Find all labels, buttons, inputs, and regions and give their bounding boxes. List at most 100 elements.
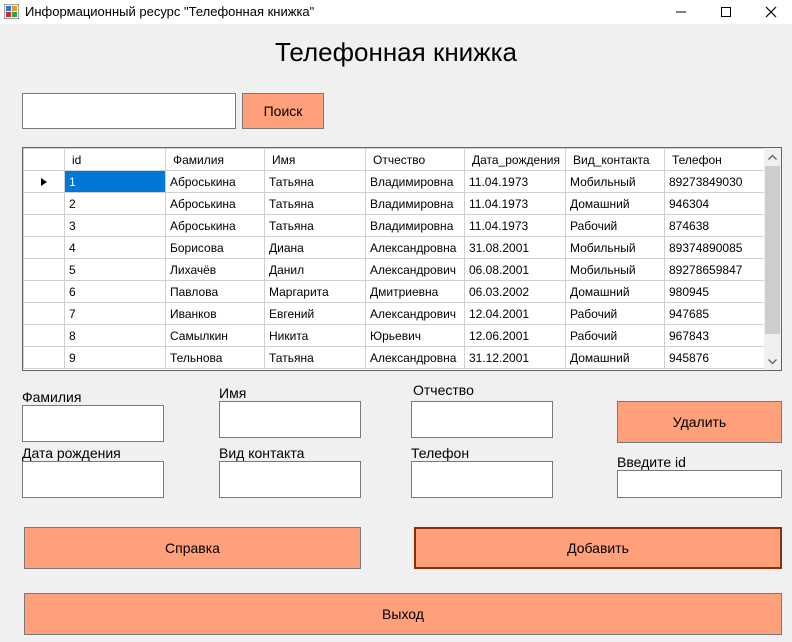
cell-name[interactable]: Татьяна bbox=[264, 192, 366, 215]
column-header-contact-type[interactable]: Вид_контакта bbox=[565, 148, 665, 171]
cell-id[interactable]: 3 bbox=[64, 214, 166, 237]
column-header-patronymic[interactable]: Отчество bbox=[365, 148, 465, 171]
table-row[interactable]: 2 Аброськина Татьяна Владимировна 11.04.1973… bbox=[23, 192, 767, 215]
cell-phone[interactable]: 874638 bbox=[664, 214, 767, 237]
patronymic-field[interactable] bbox=[411, 401, 553, 438]
cell-patronymic[interactable]: Александрович bbox=[365, 258, 465, 281]
table-row[interactable]: 1 Аброськина Татьяна Владимировна 11.04.1973… bbox=[23, 170, 767, 193]
row-header[interactable] bbox=[23, 258, 65, 281]
cell-contact-type[interactable]: Рабочий bbox=[565, 324, 665, 347]
cell-birthdate[interactable]: 12.06.2001 bbox=[464, 324, 566, 347]
row-header[interactable] bbox=[23, 346, 65, 369]
row-header[interactable] bbox=[23, 236, 65, 259]
scrollbar-thumb[interactable] bbox=[765, 166, 780, 334]
cell-surname[interactable]: Аброськина bbox=[165, 192, 265, 215]
cell-surname[interactable]: Аброськина bbox=[165, 214, 265, 237]
row-header[interactable] bbox=[23, 302, 65, 325]
row-header[interactable] bbox=[23, 192, 65, 215]
delete-button[interactable]: Удалить bbox=[617, 401, 782, 443]
cell-contact-type[interactable]: Рабочий bbox=[565, 214, 665, 237]
phone-field[interactable] bbox=[411, 461, 553, 498]
cell-patronymic[interactable]: Александровна bbox=[365, 346, 465, 369]
cell-contact-type[interactable]: Рабочий bbox=[565, 302, 665, 325]
cell-phone[interactable]: 89278659847 bbox=[664, 258, 767, 281]
cell-id[interactable]: 1 bbox=[64, 170, 166, 193]
maximize-button[interactable] bbox=[703, 0, 749, 24]
cell-patronymic[interactable]: Александрович bbox=[365, 302, 465, 325]
cell-birthdate[interactable]: 11.04.1973 bbox=[464, 192, 566, 215]
cell-surname[interactable]: Борисова bbox=[165, 236, 265, 259]
scroll-up-button[interactable] bbox=[764, 148, 781, 165]
cell-patronymic[interactable]: Владимировна bbox=[365, 214, 465, 237]
table-row[interactable]: 3 Аброськина Татьяна Владимировна 11.04.1973… bbox=[23, 214, 767, 237]
search-input[interactable] bbox=[22, 93, 236, 129]
row-header[interactable] bbox=[23, 280, 65, 303]
cell-birthdate[interactable]: 06.08.2001 bbox=[464, 258, 566, 281]
cell-birthdate[interactable]: 31.08.2001 bbox=[464, 236, 566, 259]
minimize-button[interactable] bbox=[658, 0, 704, 24]
cell-id[interactable]: 7 bbox=[64, 302, 166, 325]
cell-name[interactable]: Диана bbox=[264, 236, 366, 259]
cell-patronymic[interactable]: Владимировна bbox=[365, 192, 465, 215]
cell-birthdate[interactable]: 31.12.2001 bbox=[464, 346, 566, 369]
table-row[interactable]: 8 Самылкин Никита Юрьевич 12.06.2001 Рабочий 9… bbox=[23, 324, 767, 347]
name-field[interactable] bbox=[219, 401, 361, 438]
row-header[interactable] bbox=[23, 324, 65, 347]
help-button[interactable]: Справка bbox=[24, 527, 361, 569]
column-header-birthdate[interactable]: Дата_рождения bbox=[464, 148, 566, 171]
cell-phone[interactable]: 89273849030 bbox=[664, 170, 767, 193]
cell-name[interactable]: Данил bbox=[264, 258, 366, 281]
cell-surname[interactable]: Самылкин bbox=[165, 324, 265, 347]
cell-phone[interactable]: 980945 bbox=[664, 280, 767, 303]
cell-contact-type[interactable]: Домашний bbox=[565, 346, 665, 369]
exit-button[interactable]: Выход bbox=[24, 593, 782, 635]
row-header[interactable] bbox=[23, 170, 65, 193]
table-row[interactable]: 9 Тельнова Татьяна Александровна 31.12.2001 Д… bbox=[23, 346, 767, 369]
cell-contact-type[interactable]: Мобильный bbox=[565, 170, 665, 193]
cell-id[interactable]: 2 bbox=[64, 192, 166, 215]
birthdate-field[interactable] bbox=[22, 461, 164, 498]
cell-phone[interactable]: 89374890085 bbox=[664, 236, 767, 259]
contacts-table[interactable]: id Фамилия Имя Отчество Дата_рождения Ви… bbox=[22, 147, 782, 371]
cell-phone[interactable]: 945876 bbox=[664, 346, 767, 369]
cell-contact-type[interactable]: Мобильный bbox=[565, 236, 665, 259]
column-header-phone[interactable]: Телефон bbox=[664, 148, 767, 171]
cell-contact-type[interactable]: Мобильный bbox=[565, 258, 665, 281]
cell-patronymic[interactable]: Юрьевич bbox=[365, 324, 465, 347]
close-button[interactable] bbox=[748, 0, 792, 24]
cell-surname[interactable]: Тельнова bbox=[165, 346, 265, 369]
cell-name[interactable]: Маргарита bbox=[264, 280, 366, 303]
cell-name[interactable]: Татьяна bbox=[264, 214, 366, 237]
cell-patronymic[interactable]: Александровна bbox=[365, 236, 465, 259]
cell-phone[interactable]: 946304 bbox=[664, 192, 767, 215]
cell-phone[interactable]: 967843 bbox=[664, 324, 767, 347]
cell-contact-type[interactable]: Домашний bbox=[565, 280, 665, 303]
cell-phone[interactable]: 947685 bbox=[664, 302, 767, 325]
cell-id[interactable]: 4 bbox=[64, 236, 166, 259]
cell-name[interactable]: Евгений bbox=[264, 302, 366, 325]
cell-patronymic[interactable]: Дмитриевна bbox=[365, 280, 465, 303]
table-row[interactable]: 6 Павлова Маргарита Дмитриевна 06.03.2002 Дом… bbox=[23, 280, 767, 303]
contact-type-field[interactable] bbox=[219, 461, 361, 498]
id-field[interactable] bbox=[617, 470, 782, 498]
row-header[interactable] bbox=[23, 214, 65, 237]
search-button[interactable]: Поиск bbox=[242, 93, 324, 129]
surname-field[interactable] bbox=[22, 405, 164, 442]
cell-id[interactable]: 9 bbox=[64, 346, 166, 369]
column-header-id[interactable]: id bbox=[64, 148, 166, 171]
vertical-scrollbar[interactable] bbox=[764, 148, 781, 370]
cell-birthdate[interactable]: 12.04.2001 bbox=[464, 302, 566, 325]
scroll-down-button[interactable] bbox=[764, 353, 781, 370]
cell-contact-type[interactable]: Домашний bbox=[565, 192, 665, 215]
table-row[interactable]: 4 Борисова Диана Александровна 31.08.2001 Моб… bbox=[23, 236, 767, 259]
add-button[interactable]: Добавить bbox=[414, 527, 782, 569]
cell-surname[interactable]: Иванков bbox=[165, 302, 265, 325]
table-row[interactable]: 5 Лихачёв Данил Александрович 06.08.2001 Моби… bbox=[23, 258, 767, 281]
cell-birthdate[interactable]: 11.04.1973 bbox=[464, 214, 566, 237]
cell-birthdate[interactable]: 06.03.2002 bbox=[464, 280, 566, 303]
cell-name[interactable]: Никита bbox=[264, 324, 366, 347]
cell-birthdate[interactable]: 11.04.1973 bbox=[464, 170, 566, 193]
cell-surname[interactable]: Аброськина bbox=[165, 170, 265, 193]
cell-surname[interactable]: Лихачёв bbox=[165, 258, 265, 281]
table-row[interactable]: 7 Иванков Евгений Александрович 12.04.2001 Ра… bbox=[23, 302, 767, 325]
